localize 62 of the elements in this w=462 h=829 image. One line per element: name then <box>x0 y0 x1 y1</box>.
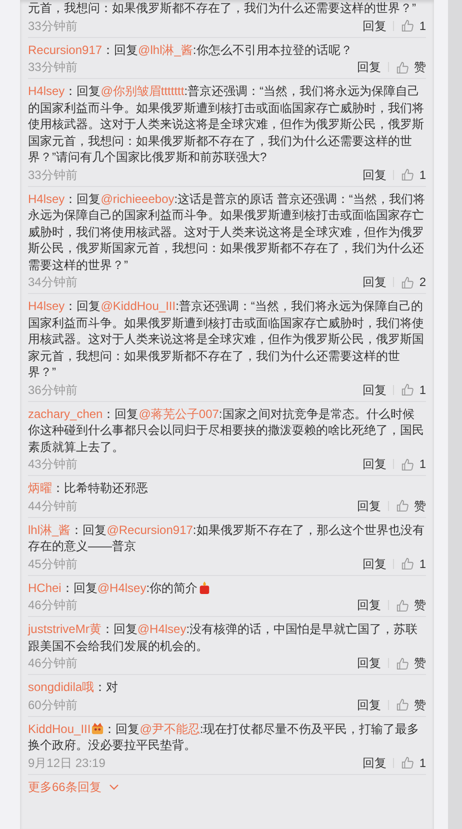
like-button[interactable]: 赞 <box>396 496 426 514</box>
comment-text: H4lsey：回复@KiddHou_III:普京还强调：“当然，我们将永远为保障自己的国家利益而斗争。如果俄罗斯遭到核打击或面临国家存亡威胁时，我们将使用核武器。这对于人类来说这将是全球灾难，但作为俄罗斯公民，俄罗斯国家元首，我想问：如果俄罗斯都不存在了，我们为什么还需要这样的世界？” <box>28 298 425 380</box>
like-button[interactable]: 赞 <box>396 58 426 76</box>
comment-time: 46分钟前 <box>28 597 78 614</box>
thumbs-up-icon <box>396 656 409 670</box>
comment-time: 33分钟前 <box>28 166 78 184</box>
like-button[interactable]: 赞 <box>396 596 426 614</box>
reply-link[interactable]: 回复 <box>362 380 386 398</box>
comment-time: 33分钟前 <box>28 59 78 76</box>
comment-text: HChei：回复@H4lsey:你的简介 <box>28 580 426 596</box>
like-button[interactable]: 1 <box>401 554 426 572</box>
reply-link[interactable]: 回复 <box>362 455 386 473</box>
scrollbar[interactable] <box>448 0 462 829</box>
reply-link[interactable]: 回复 <box>357 58 381 76</box>
comment-time: 44分钟前 <box>28 498 78 514</box>
reply-link[interactable]: 回复 <box>362 273 386 291</box>
comment-text: H4lsey：回复@richieeeboy:这话是普京的原话 普京还强调：“当然，我们将永远为保障自己的国家利益而斗争。如果俄罗斯遭到核打击或面临国家存亡威胁时，我们将使用核武器。这对于人类来说这将是全球灾难，但作为俄罗斯公民，俄罗斯国家元首，我想问：如果俄罗斯都不存在了，我们为什么还需要这样的世界？” <box>28 190 426 273</box>
chevron-down-icon <box>109 784 120 790</box>
like-button[interactable]: 2 <box>401 273 426 291</box>
comment-time: 43分钟前 <box>28 456 78 473</box>
like-button[interactable]: 1 <box>401 16 426 34</box>
like-button[interactable]: 1 <box>401 455 426 473</box>
comment-time: 46分钟前 <box>28 655 78 672</box>
thumbs-up-icon <box>396 60 409 74</box>
comment-time: 45分钟前 <box>28 556 78 572</box>
thumbs-up-icon <box>401 756 414 769</box>
thumbs-up-icon <box>401 458 414 470</box>
like-button[interactable]: 1 <box>401 380 426 398</box>
reply-link[interactable]: 回复 <box>357 596 381 614</box>
comment-text: H4lsey：回复@你别皱眉ttttttt:普京还强调：“当然，我们将永远为保障自己的国家利益而斗争。如果俄罗斯遭到核打击或面临国家存亡威胁时，我们将使用核武器。这对于人类来说这将是全球灾难，但作为俄罗斯公民，俄罗斯国家元首，我想问：如果俄罗斯都不存在了，我们为什么还需要这样的世界？”请问有几个国家比俄罗斯和前苏联强大? <box>28 83 425 166</box>
comment-text: lhl淋_酱：回复@Recursion917:如果俄罗斯不存在了，那么这个世界也没有存在的意义——普京 <box>28 522 426 554</box>
reply-link[interactable]: 回复 <box>362 16 386 34</box>
reply-link[interactable]: 回复 <box>357 654 381 672</box>
comment-text: KiddHou_III ：回复@尹不能忍:现在打仗都尽量不伤及平民，打输了最多换个政府。没必要拉平民垫背。 <box>28 720 420 754</box>
comment-time: 9月12日 23:19 <box>28 754 106 772</box>
reply-link[interactable]: 回复 <box>357 696 381 714</box>
comment-text: zachary_chen：回复@蒋芜公子007:国家之间对抗竞争是常态。什么时候你这种碰到什么事都只会以同归于尽相要挟的撒泼耍赖的啥比死绝了，国民素质就算上去了。 <box>28 406 425 455</box>
like-button[interactable]: 赞 <box>396 654 426 672</box>
comment-time: 60分钟前 <box>28 696 78 714</box>
thumbs-up-icon <box>401 383 414 396</box>
thumbs-up-icon <box>396 598 409 612</box>
like-button[interactable]: 1 <box>401 754 426 772</box>
comment-text: 元首，我想问：如果俄罗斯都不存在了，我们为什么还需要这样的世界？” <box>28 0 417 16</box>
like-button[interactable]: 赞 <box>396 696 426 714</box>
reply-link[interactable]: 回复 <box>362 754 386 772</box>
thumbs-up-icon <box>401 276 414 288</box>
comment-time: 36分钟前 <box>28 382 78 398</box>
comment-text: songdidila哦：对 <box>28 679 120 696</box>
thumbs-up-icon <box>401 168 414 181</box>
thumbs-up-icon <box>401 19 414 32</box>
comment-text: juststriveMr黄：回复@H4lsey:没有核弹的话，中国怕是早就亡国了，苏联跟美国不会给我们发展的机会的。 <box>28 621 419 654</box>
reply-link[interactable]: 回复 <box>362 166 386 184</box>
thumbs-up-icon <box>401 557 414 570</box>
comment-time: 34分钟前 <box>28 274 78 291</box>
thumbs-up-icon <box>396 698 409 711</box>
comment-text: Recursion917：回复@lhl淋_酱:你怎么不引用本拉登的话呢？ <box>28 42 354 58</box>
thumbs-up-icon <box>396 499 409 512</box>
reply-link[interactable]: 回复 <box>357 496 381 514</box>
comment-time: 33分钟前 <box>28 18 78 34</box>
reply-link[interactable]: 回复 <box>362 554 386 572</box>
like-button[interactable]: 1 <box>401 166 426 184</box>
comment-text: 炳曜：比希特勒还邪恶 <box>28 480 149 496</box>
